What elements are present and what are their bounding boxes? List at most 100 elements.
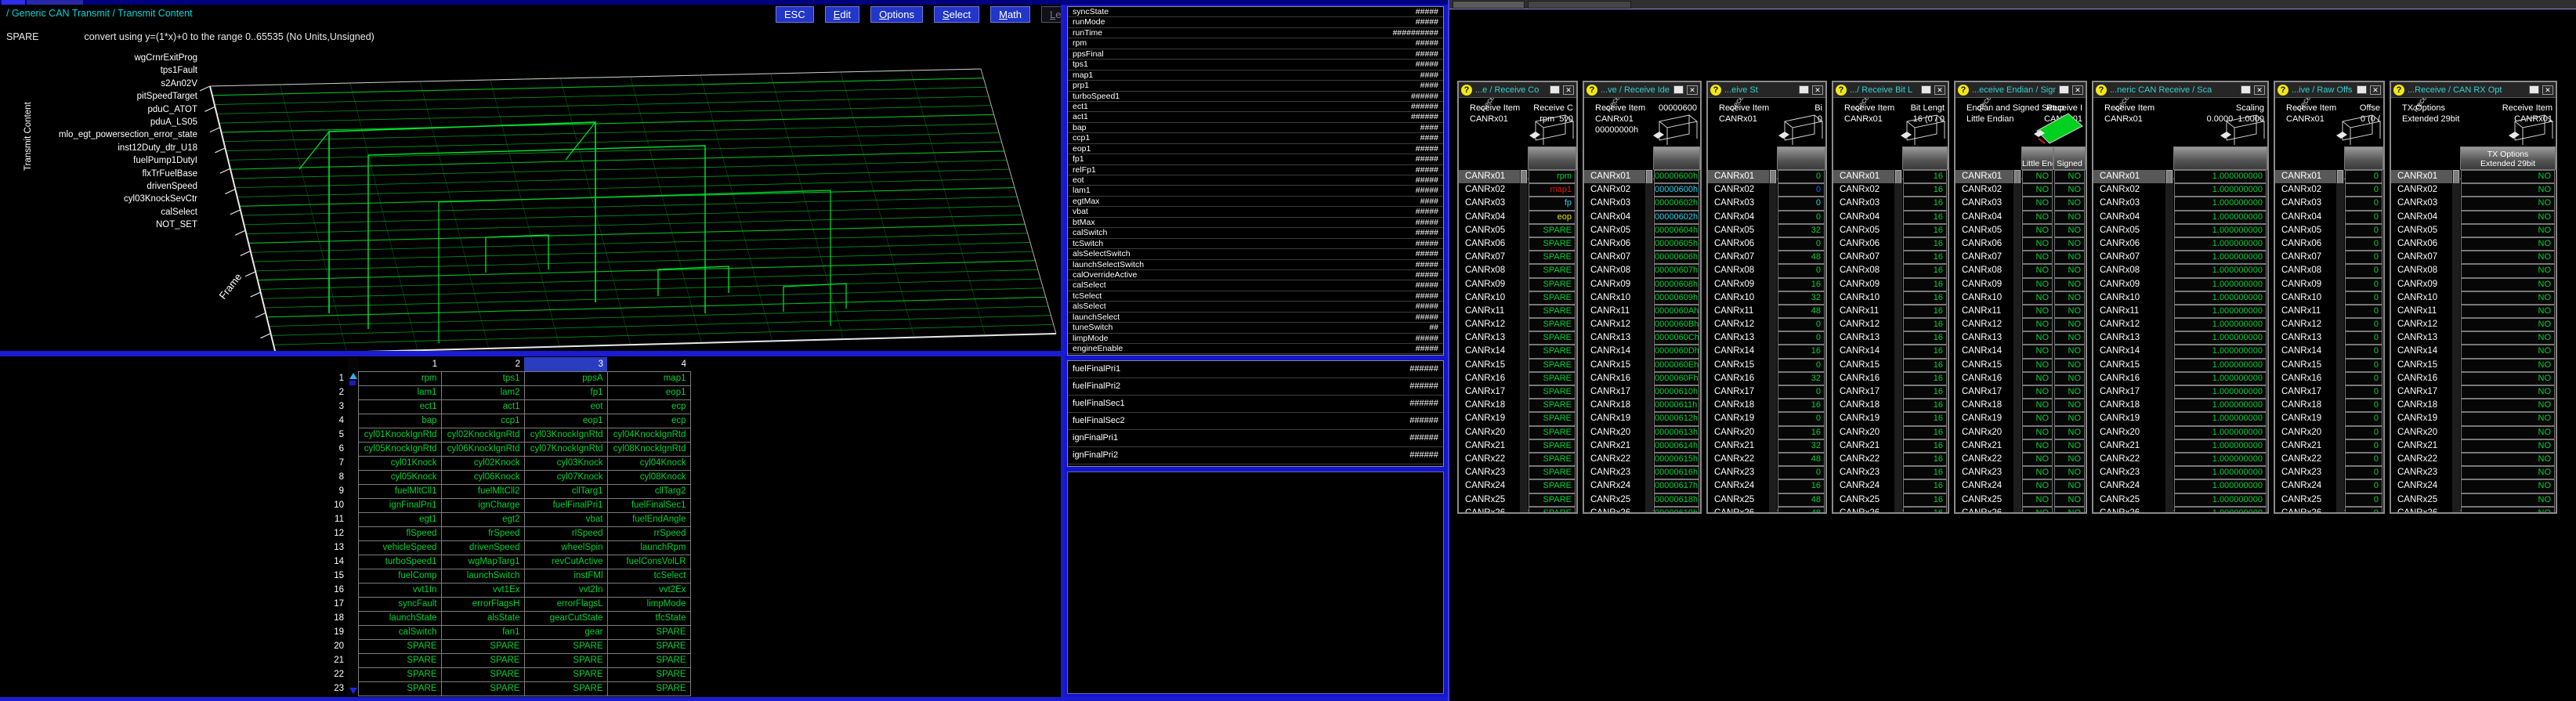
slot-cell[interactable]: fuelMltCll2 — [441, 484, 524, 498]
receive-value-cell[interactable]: 16 — [1903, 385, 1947, 399]
receive-value-cell[interactable]: 16 — [1903, 399, 1947, 412]
receive-row[interactable]: CANRx0500000604h — [1584, 224, 1700, 237]
receive-row[interactable]: CANRx0516 — [1833, 224, 1948, 237]
slot-cell[interactable]: syncFault — [358, 597, 441, 611]
receive-row[interactable]: CANRx130 — [2275, 331, 2383, 345]
receive-value-cell[interactable]: 0 — [2345, 183, 2382, 197]
receive-row[interactable]: CANRx14SPARE — [1459, 345, 1576, 358]
slot-cell[interactable]: frSpeed — [441, 526, 524, 540]
receive-row[interactable]: CANRx17NONO — [1956, 385, 2086, 399]
receive-value-cell[interactable]: SPARE — [1529, 305, 1576, 318]
receive-value-cell[interactable]: NO — [2022, 399, 2053, 412]
receive-row[interactable]: CANRx2000000613h — [1584, 426, 1700, 439]
receive-value-cell[interactable]: NO — [2461, 251, 2555, 264]
child-scrollbar[interactable] — [1894, 183, 1902, 197]
slot-cell[interactable]: ppsA — [524, 371, 607, 385]
receive-row[interactable]: CANRx041.000000000 — [2093, 211, 2267, 224]
slot-cell[interactable]: gearCutState — [524, 611, 607, 625]
monitor-row[interactable]: lam1##### — [1068, 186, 1443, 196]
child-scrollbar[interactable] — [2013, 224, 2021, 237]
child-scrollbar[interactable] — [1520, 224, 1528, 237]
slot-cell[interactable]: vvt1In — [358, 583, 441, 597]
receive-row[interactable]: CANRx23SPARE — [1459, 466, 1576, 479]
receive-value-cell[interactable]: 0 — [2345, 318, 2382, 331]
receive-value-cell[interactable]: 00000613h — [1654, 426, 1699, 439]
child-scrollbar[interactable] — [2165, 385, 2173, 399]
child-scrollbar[interactable] — [2165, 318, 2173, 331]
receive-row[interactable]: CANRx070 — [2275, 251, 2383, 264]
slot-cell[interactable]: SPARE — [607, 681, 690, 696]
child-scrollbar[interactable] — [2452, 291, 2460, 305]
child-scrollbar[interactable] — [2452, 331, 2460, 345]
child-scrollbar[interactable] — [2336, 466, 2344, 479]
receive-row[interactable]: CANRx12NONO — [1956, 318, 2086, 331]
receive-row[interactable]: CANRx0216 — [1833, 183, 1948, 197]
receive-value-cell[interactable]: 16 — [1903, 197, 1947, 210]
receive-row[interactable]: CANRx101.000000000 — [2093, 291, 2267, 305]
receive-value-cell[interactable]: SPARE — [1529, 426, 1576, 439]
receive-value-cell[interactable]: 1.000000000 — [2174, 251, 2267, 264]
receive-row[interactable]: CANRx26NO — [2391, 507, 2556, 514]
slot-cell[interactable]: SPARE — [358, 681, 441, 696]
child-scrollbar[interactable] — [1769, 412, 1777, 425]
receive-value-cell[interactable]: 0 — [1778, 197, 1825, 210]
receive-value-cell[interactable]: 48 — [1778, 453, 1825, 466]
slot-cell[interactable]: revCutActive — [524, 555, 607, 569]
receive-row[interactable]: CANRx191.000000000 — [2093, 412, 2267, 425]
child-scrollbar[interactable] — [2336, 305, 2344, 318]
value-column-header[interactable] — [1528, 146, 1576, 170]
receive-row[interactable]: CANRx03fp — [1459, 197, 1576, 210]
receive-value-cell[interactable]: 16 — [1903, 170, 1947, 183]
child-scrollbar[interactable] — [2013, 170, 2021, 183]
receive-row[interactable]: CANRx0400000602h — [1584, 211, 1700, 224]
monitor-row[interactable]: tuneSwitch## — [1068, 323, 1443, 333]
child-titlebar[interactable]: ?...ive / Raw Offs✕ — [2275, 82, 2383, 98]
receive-row[interactable]: CANRx0800000607h — [1584, 264, 1700, 277]
monitor-row[interactable]: fuelFinalSec1###### — [1068, 396, 1443, 413]
receive-row[interactable]: CANRx03NONO — [1956, 197, 2086, 210]
receive-row[interactable]: CANRx230 — [2275, 466, 2383, 479]
receive-row[interactable]: CANRx131.000000000 — [2093, 331, 2267, 345]
receive-value-cell[interactable]: NO — [2022, 305, 2053, 318]
receive-value-cell[interactable]: NO — [2461, 264, 2555, 277]
child-scrollbar[interactable] — [1520, 453, 1528, 466]
receive-value-cell[interactable]: rpm — [1529, 170, 1576, 183]
receive-value-cell[interactable]: NO — [2461, 479, 2555, 493]
slot-cell[interactable]: gear — [524, 625, 607, 639]
slot-cell[interactable]: ecp — [607, 399, 690, 414]
monitor-row[interactable]: act1###### — [1068, 112, 1443, 122]
receive-value-cell[interactable]: NO — [2022, 251, 2053, 264]
receive-value-cell[interactable]: 16 — [1903, 224, 1947, 237]
child-scrollbar[interactable] — [1520, 278, 1528, 291]
receive-row[interactable]: CANRx08NONO — [1956, 264, 2086, 277]
receive-value-cell[interactable]: 0000060Ah — [1654, 305, 1699, 318]
slot-cell[interactable]: flSpeed — [358, 526, 441, 540]
monitor-row[interactable]: tps1##### — [1068, 60, 1443, 70]
child-scrollbar[interactable] — [1645, 197, 1653, 210]
slot-cell[interactable]: rrSpeed — [607, 526, 690, 540]
monitor-row[interactable]: rpm##### — [1068, 38, 1443, 49]
receive-row[interactable]: CANRx0100000600h — [1584, 170, 1700, 183]
receive-value-cell[interactable]: 16 — [1903, 183, 1947, 197]
slot-cell[interactable]: ect1 — [358, 399, 441, 414]
receive-row[interactable]: CANRx030 — [2275, 197, 2383, 210]
child-scrollbar[interactable] — [2165, 170, 2173, 183]
receive-row[interactable]: CANRx26NONO — [1956, 507, 2086, 514]
child-titlebar[interactable]: ?...Receive / CAN RX Opt✕ — [2391, 82, 2556, 98]
receive-value-cell[interactable]: NO — [2054, 183, 2085, 197]
receive-value-cell[interactable]: NO — [2054, 359, 2085, 372]
child-scrollbar[interactable] — [2452, 211, 2460, 224]
receive-value-cell[interactable]: SPARE — [1529, 412, 1576, 425]
close-icon[interactable]: ✕ — [1563, 85, 1574, 95]
receive-row[interactable]: CANRx20NONO — [1956, 426, 2086, 439]
child-scrollbar[interactable] — [2165, 412, 2173, 425]
child-scrollbar[interactable] — [1645, 224, 1653, 237]
receive-row[interactable]: CANRx091.000000000 — [2093, 278, 2267, 291]
receive-row[interactable]: CANRx150 — [1708, 359, 1825, 372]
receive-row[interactable]: CANRx0116 — [1833, 170, 1948, 183]
monitor-row[interactable]: prp1#### — [1068, 81, 1443, 91]
child-scrollbar[interactable] — [1769, 305, 1777, 318]
receive-row[interactable]: CANRx10SPARE — [1459, 291, 1576, 305]
maximize-icon[interactable] — [1550, 85, 1560, 94]
slot-cell[interactable]: SPARE — [524, 681, 607, 696]
